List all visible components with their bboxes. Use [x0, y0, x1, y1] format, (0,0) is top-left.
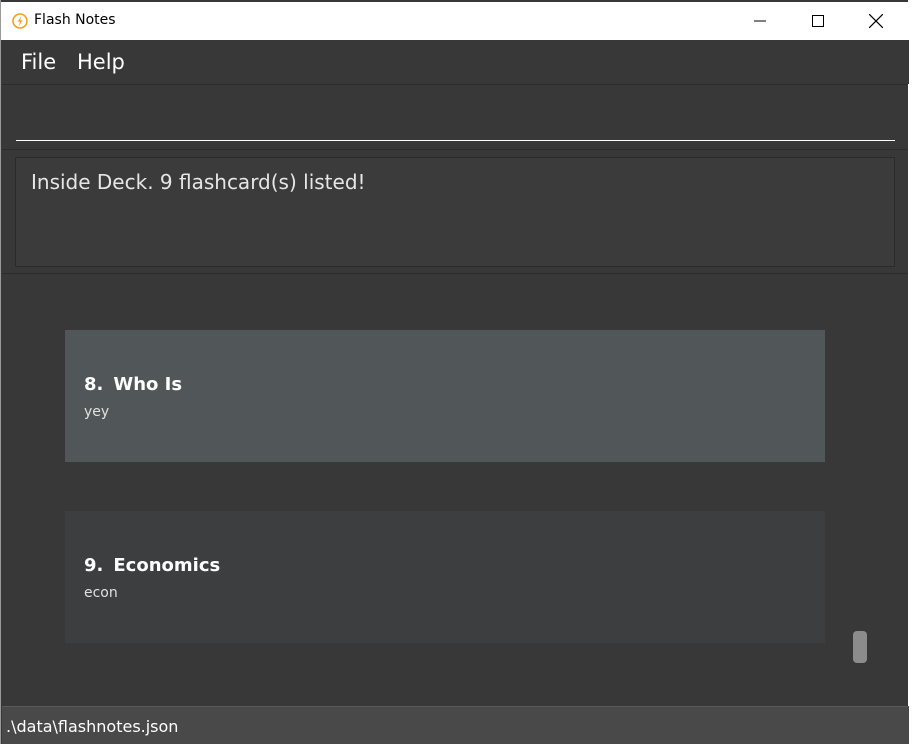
menu-help[interactable]: Help — [77, 50, 125, 74]
status-bar: .\data\flashnotes.json — [2, 706, 909, 744]
result-text: Inside Deck. 9 flashcard(s) listed! — [31, 170, 366, 194]
flashcard-title: Who Is — [113, 374, 183, 395]
flashcard-title-row: 8. Who Is — [84, 374, 182, 395]
minimize-icon — [754, 20, 766, 22]
flashcard-subtitle: yey — [84, 404, 110, 420]
maximize-icon — [812, 15, 824, 27]
title-bar[interactable]: Flash Notes — [1, 2, 909, 40]
command-box — [2, 84, 908, 150]
status-file-path: .\data\flashnotes.json — [6, 717, 179, 736]
flashcard-list: 8. Who Is yey 9. Economics econ — [2, 274, 908, 706]
flashcard-index: 9. — [84, 555, 104, 576]
result-box: Inside Deck. 9 flashcard(s) listed! — [15, 157, 895, 267]
flashcard-subtitle: econ — [84, 585, 118, 601]
menu-file[interactable]: File — [21, 50, 56, 74]
result-display: Inside Deck. 9 flashcard(s) listed! — [2, 150, 908, 274]
flashcard-item[interactable]: 8. Who Is yey — [65, 330, 825, 462]
maximize-button[interactable] — [789, 2, 847, 40]
menu-bar: File Help — [2, 40, 909, 84]
window-title: Flash Notes — [34, 12, 116, 28]
close-button[interactable] — [847, 2, 905, 40]
flashcard-title: Economics — [113, 555, 221, 576]
flashcard-title-row: 9. Economics — [84, 555, 220, 576]
flashcard-index: 8. — [84, 374, 104, 395]
lightning-bolt-icon — [12, 13, 28, 29]
flashcard-item[interactable]: 9. Economics econ — [65, 511, 825, 643]
close-icon — [869, 14, 883, 28]
app-window: Flash Notes File Help Inside Deck. 9 fla… — [0, 0, 909, 744]
command-input[interactable] — [16, 99, 895, 141]
scrollbar-thumb[interactable] — [853, 631, 867, 663]
minimize-button[interactable] — [731, 2, 789, 40]
